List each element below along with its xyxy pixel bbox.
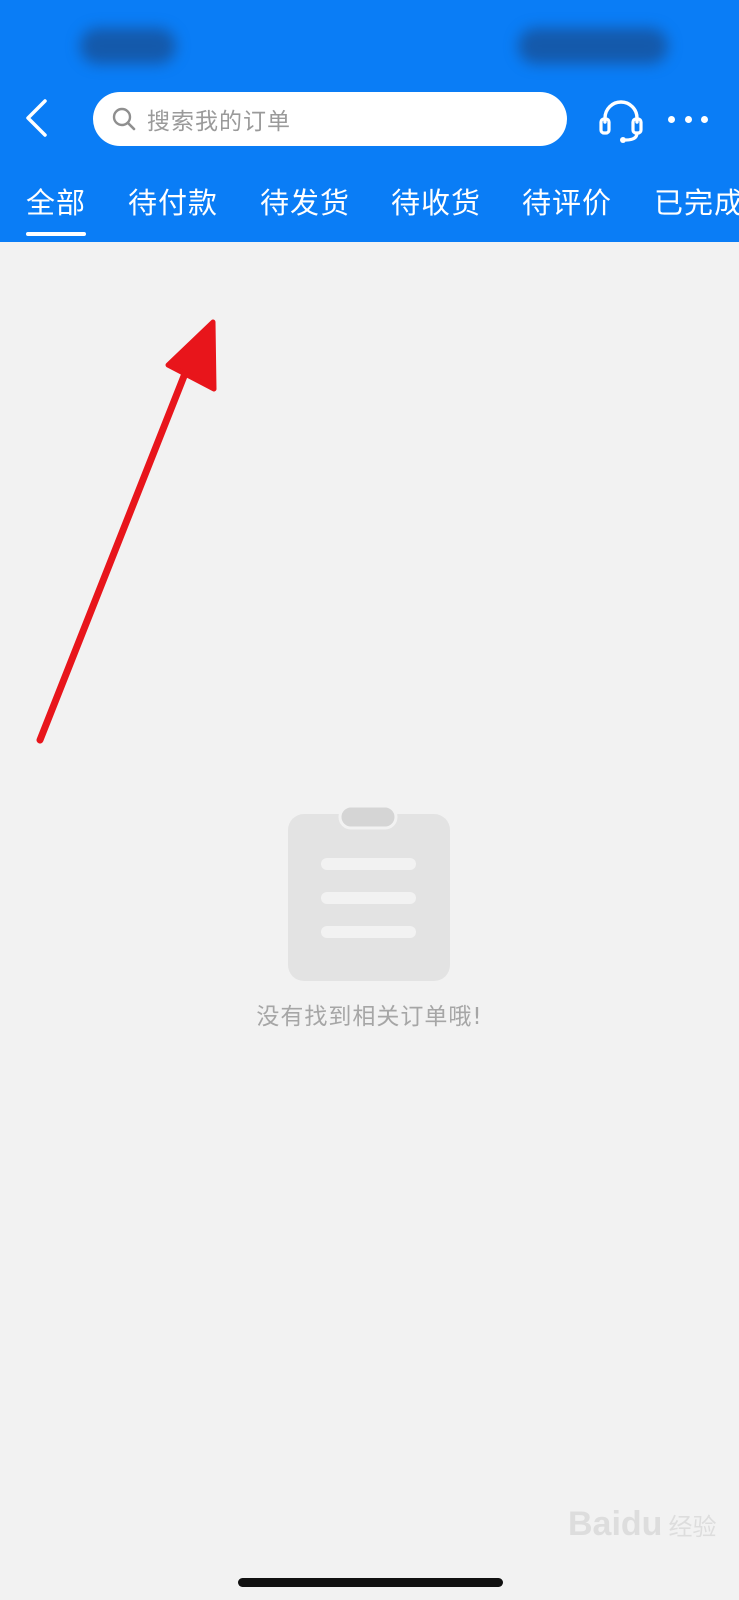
status-bar-left-blurred: [80, 28, 176, 64]
tab-pending-review[interactable]: 待评价: [522, 180, 612, 222]
back-button[interactable]: [14, 96, 58, 140]
clipboard-icon: [288, 806, 450, 981]
search-icon: [111, 106, 137, 132]
more-dot-icon: [668, 115, 675, 123]
tab-pending-shipment[interactable]: 待发货: [260, 180, 350, 222]
top-bar: 搜索我的订单 全部 待付款 待发货 待收货 待评价 已完成: [0, 0, 739, 242]
more-dot-icon: [701, 115, 708, 123]
home-indicator[interactable]: [238, 1578, 503, 1587]
chevron-left-icon: [26, 99, 47, 137]
baidu-jingyan-watermark: Baidu 经验: [568, 1500, 716, 1548]
red-annotation-arrow: [36, 319, 217, 744]
tab-pending-payment[interactable]: 待付款: [128, 180, 218, 222]
status-bar-right-blurred: [518, 28, 668, 64]
order-status-tabs: 全部 待付款 待发货 待收货 待评价 已完成: [0, 172, 739, 238]
more-dot-icon: [684, 115, 692, 123]
order-search-box[interactable]: 搜索我的订单: [93, 92, 567, 146]
tab-all[interactable]: 全部: [26, 180, 87, 236]
customer-service-button[interactable]: [596, 96, 646, 144]
tab-pending-receipt[interactable]: 待收货: [391, 180, 481, 222]
headset-icon: [599, 100, 643, 143]
watermark-logo-text: Baidu: [568, 1504, 663, 1543]
watermark-chinese-text: 经验: [668, 1512, 717, 1541]
search-placeholder: 搜索我的订单: [147, 109, 291, 135]
more-button[interactable]: [668, 104, 708, 134]
tab-completed[interactable]: 已完成: [654, 180, 739, 222]
empty-state-message: 没有找到相关订单哦!: [256, 1004, 483, 1030]
